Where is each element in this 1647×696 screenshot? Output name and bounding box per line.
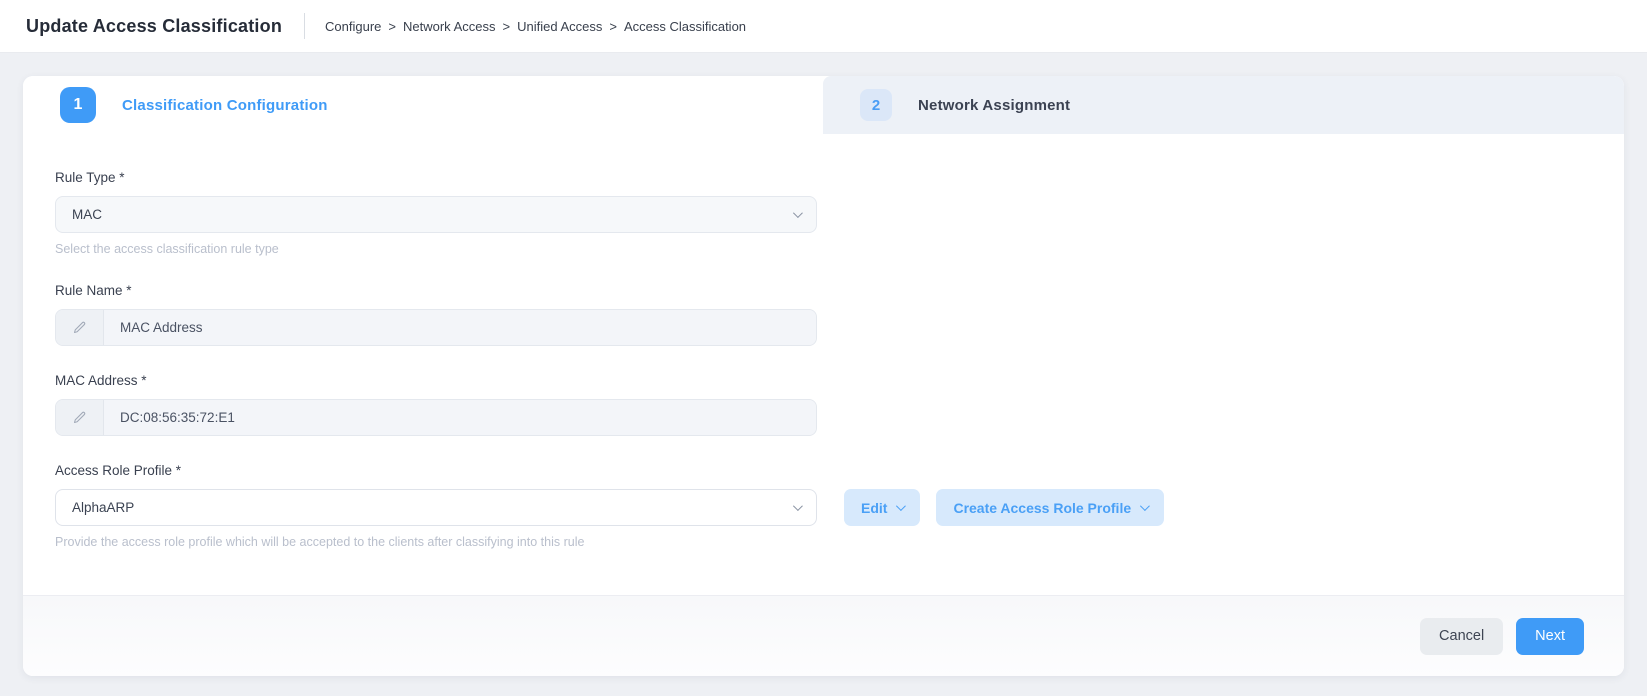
breadcrumb: Configure > Network Access > Unified Acc… <box>325 19 746 34</box>
rule-name-field-group: Rule Name * <box>55 283 1624 346</box>
create-access-role-profile-button[interactable]: Create Access Role Profile <box>936 489 1164 526</box>
classification-form: Rule Type * MAC Select the access classi… <box>23 134 1624 549</box>
wizard-steps: 1 Classification Configuration 2 Network… <box>23 76 1624 134</box>
access-role-profile-label: Access Role Profile * <box>55 463 1624 478</box>
rule-type-field-group: Rule Type * MAC Select the access classi… <box>55 170 1624 256</box>
rule-type-selected-value: MAC <box>72 207 102 222</box>
step-1-badge: 1 <box>60 87 96 123</box>
mac-address-field-group: MAC Address * <box>55 373 1624 436</box>
page-title: Update Access Classification <box>26 16 282 37</box>
breadcrumb-separator: > <box>609 19 617 34</box>
edit-button-label: Edit <box>861 500 887 516</box>
next-button[interactable]: Next <box>1516 618 1584 655</box>
chevron-down-icon <box>793 501 803 511</box>
mac-address-label: MAC Address * <box>55 373 1624 388</box>
edit-button[interactable]: Edit <box>844 489 920 526</box>
breadcrumb-item-network-access[interactable]: Network Access <box>403 19 495 34</box>
rule-type-select[interactable]: MAC <box>55 196 817 233</box>
breadcrumb-item-unified-access[interactable]: Unified Access <box>517 19 602 34</box>
chevron-down-icon <box>896 501 906 511</box>
mac-address-input-wrap <box>55 399 817 436</box>
wizard-footer: Cancel Next <box>23 595 1624 676</box>
rule-name-input[interactable] <box>104 310 816 345</box>
pencil-icon <box>56 400 104 435</box>
breadcrumb-item-access-classification[interactable]: Access Classification <box>624 19 746 34</box>
access-role-profile-helper-text: Provide the access role profile which wi… <box>55 535 1624 549</box>
rule-type-label: Rule Type * <box>55 170 1624 185</box>
rule-name-label: Rule Name * <box>55 283 1624 298</box>
breadcrumb-item-configure[interactable]: Configure <box>325 19 381 34</box>
rule-type-helper-text: Select the access classification rule ty… <box>55 242 1624 256</box>
top-header-bar: Update Access Classification Configure >… <box>0 0 1647 53</box>
wizard-card: 1 Classification Configuration 2 Network… <box>23 76 1624 676</box>
chevron-down-icon <box>1140 501 1150 511</box>
access-role-profile-field-group: Access Role Profile * AlphaARP Edit Crea… <box>55 463 1624 549</box>
breadcrumb-separator: > <box>502 19 510 34</box>
cancel-button[interactable]: Cancel <box>1420 618 1503 655</box>
access-role-profile-selected-value: AlphaARP <box>72 500 134 515</box>
chevron-down-icon <box>793 208 803 218</box>
mac-address-input[interactable] <box>104 400 816 435</box>
breadcrumb-separator: > <box>388 19 396 34</box>
access-role-profile-select[interactable]: AlphaARP <box>55 489 817 526</box>
tab-classification-configuration[interactable]: 1 Classification Configuration <box>23 76 823 134</box>
step-1-label: Classification Configuration <box>122 97 328 114</box>
step-2-badge: 2 <box>860 89 892 121</box>
access-role-profile-row: AlphaARP Edit Create Access Role Profile <box>55 489 1624 526</box>
create-access-role-profile-label: Create Access Role Profile <box>953 500 1131 516</box>
rule-name-input-wrap <box>55 309 817 346</box>
step-2-label: Network Assignment <box>918 97 1070 114</box>
header-divider <box>304 13 305 39</box>
pencil-icon <box>56 310 104 345</box>
tab-network-assignment[interactable]: 2 Network Assignment <box>823 76 1624 134</box>
